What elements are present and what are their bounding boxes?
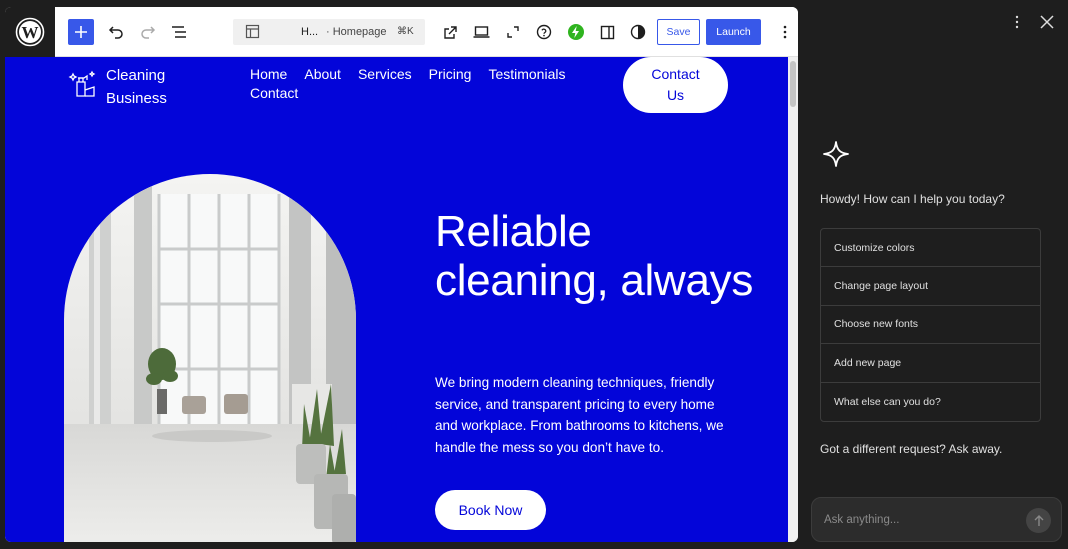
- shortcut-hint: ⌘K: [397, 26, 414, 37]
- send-button[interactable]: [1026, 508, 1051, 533]
- close-icon[interactable]: [1038, 13, 1056, 31]
- fullscreen-icon[interactable]: [500, 19, 526, 45]
- different-request-text: Got a different request? Ask away.: [820, 442, 1003, 456]
- command-bar[interactable]: H... · Homepage ⌘K: [233, 19, 425, 45]
- canvas-scrollbar[interactable]: [788, 57, 798, 542]
- svg-text:W: W: [22, 23, 39, 42]
- more-options-icon[interactable]: [772, 19, 798, 45]
- book-now-button[interactable]: Book Now: [435, 490, 546, 530]
- launch-button[interactable]: Launch: [706, 19, 761, 45]
- nav-item-contact[interactable]: Contact: [250, 84, 298, 103]
- nav-item-home[interactable]: Home: [250, 65, 287, 84]
- editor-canvas[interactable]: Cleaning Business Home About Services Prici…: [5, 57, 788, 542]
- redo-icon[interactable]: [135, 19, 161, 45]
- save-button[interactable]: Save: [657, 19, 700, 45]
- ask-input[interactable]: [824, 511, 1019, 529]
- suggestion-change-layout[interactable]: Change page layout: [821, 267, 1040, 306]
- suggestion-what-else[interactable]: What else can you do?: [821, 383, 1040, 421]
- hero-interior-image: [64, 174, 356, 542]
- contact-us-button[interactable]: Contact Us: [623, 57, 728, 113]
- external-link-icon[interactable]: [437, 19, 463, 45]
- cleaning-spray-icon: [68, 69, 98, 104]
- site-title[interactable]: Cleaning Business: [106, 64, 196, 110]
- undo-icon[interactable]: [103, 19, 129, 45]
- suggestion-customize-colors[interactable]: Customize colors: [821, 229, 1040, 268]
- breadcrumb-page: · Homepage: [326, 26, 387, 38]
- styles-icon[interactable]: [625, 19, 651, 45]
- scrollbar-thumb[interactable]: [790, 61, 796, 107]
- help-icon[interactable]: [531, 19, 557, 45]
- sidebar-toggle-icon[interactable]: [594, 19, 620, 45]
- assistant-greeting: Howdy! How can I help you today?: [820, 192, 1005, 206]
- sparkle-icon: [822, 140, 850, 173]
- suggestion-list: Customize colors Change page layout Choo…: [820, 228, 1041, 422]
- suggestion-add-page[interactable]: Add new page: [821, 344, 1040, 383]
- wordpress-logo-icon[interactable]: W: [5, 7, 55, 57]
- nav-item-about[interactable]: About: [304, 65, 341, 84]
- ask-box: [811, 497, 1062, 542]
- suggestion-choose-fonts[interactable]: Choose new fonts: [821, 306, 1040, 345]
- site-navigation: Home About Services Pricing Testimonials Cont…: [250, 65, 610, 103]
- device-preview-icon[interactable]: [468, 19, 494, 45]
- nav-item-testimonials[interactable]: Testimonials: [488, 65, 565, 84]
- breadcrumb-site: H...: [301, 26, 319, 38]
- jetpack-icon[interactable]: [563, 19, 589, 45]
- template-icon: [245, 24, 260, 42]
- document-overview-icon[interactable]: [166, 19, 192, 45]
- nav-item-pricing[interactable]: Pricing: [429, 65, 472, 84]
- editor-window: W H... · Homepage ⌘K Save Launch Cleanin…: [5, 7, 798, 542]
- nav-item-services[interactable]: Services: [358, 65, 412, 84]
- panel-more-icon[interactable]: [1010, 14, 1024, 30]
- editor-toolbar: H... · Homepage ⌘K Save Launch: [55, 7, 798, 57]
- add-block-button[interactable]: [68, 19, 94, 45]
- hero-description[interactable]: We bring modern cleaning techniques, fri…: [435, 372, 735, 459]
- hero-title[interactable]: Reliable cleaning, always: [435, 207, 755, 305]
- arrow-up-icon: [1034, 514, 1043, 526]
